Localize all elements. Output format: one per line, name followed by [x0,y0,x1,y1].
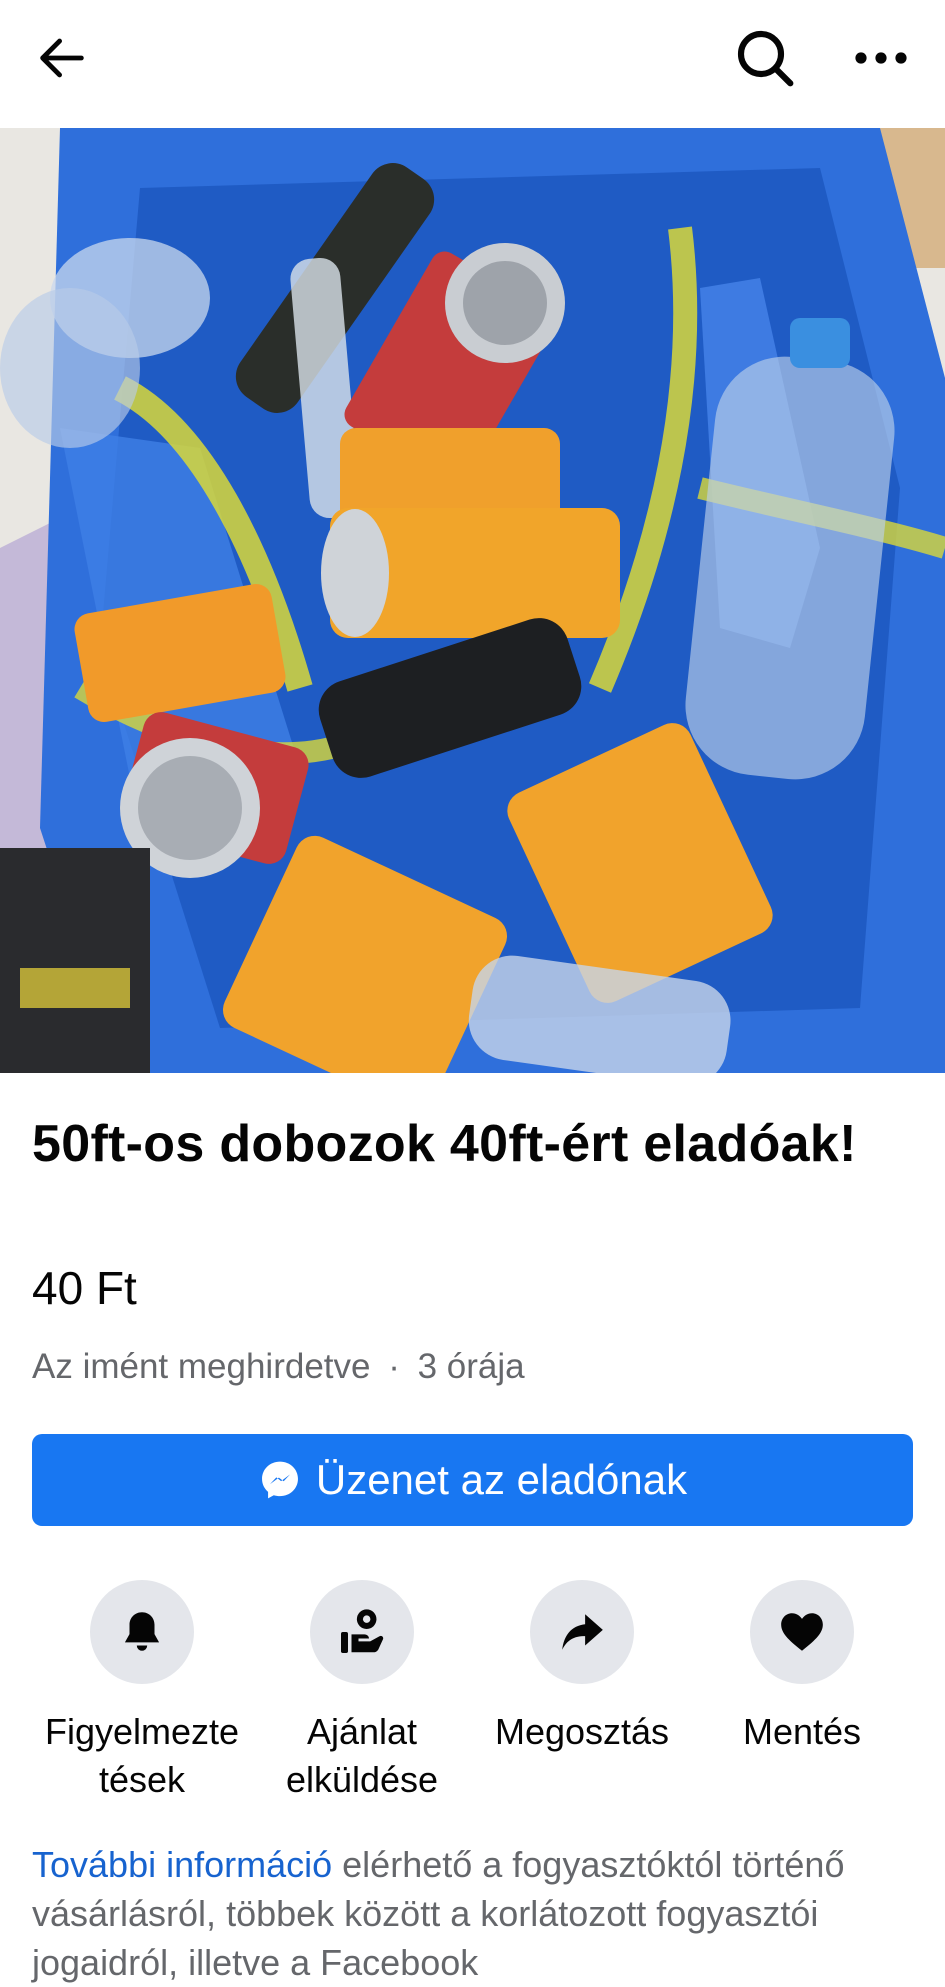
notifications-circle [90,1580,194,1684]
messenger-icon [261,1461,298,1499]
action-row: Figyelmezte tések Ajánlat elküldése Mego… [0,1580,945,1810]
save-button[interactable]: Mentés [687,1580,917,1810]
offer-hand-icon [341,1609,384,1653]
consumer-info-text: További információ elérhető a fogyasztók… [32,1840,922,1987]
save-circle [750,1580,854,1684]
share-button[interactable]: Megosztás [467,1580,697,1810]
heart-icon [781,1613,823,1651]
top-bar [0,0,945,128]
more-horizontal-icon [855,52,907,64]
meta-separator: · [388,1347,400,1386]
notifications-button[interactable]: Figyelmezte tések [27,1580,257,1810]
listing-photo-illustration [0,128,945,1073]
send-offer-circle [310,1580,414,1684]
more-options-button[interactable] [845,22,917,94]
posted-age: 3 órája [417,1347,525,1386]
notifications-label: Figyelmezte tések [44,1711,240,1800]
search-button[interactable] [729,22,801,94]
arrow-left-icon [40,38,84,78]
listing-title: 50ft-os dobozok 40ft-ért eladóak! [32,1115,857,1173]
share-icon [562,1614,603,1650]
message-seller-button[interactable]: Üzenet az eladónak [32,1434,913,1526]
bell-icon [124,1612,160,1651]
message-seller-label: Üzenet az eladónak [315,1456,688,1503]
listing-photo[interactable] [0,128,945,1073]
posted-label: Az imént meghirdetve [32,1347,371,1386]
send-offer-label: Ajánlat elküldése [285,1711,439,1800]
more-info-link[interactable]: További információ [32,1844,332,1885]
listing-meta: Az imént meghirdetve · 3 órája [32,1342,525,1392]
share-circle [530,1580,634,1684]
search-icon [737,30,794,87]
listing-price: 40 Ft [32,1262,137,1314]
share-label: Megosztás [494,1711,670,1752]
back-button[interactable] [26,22,98,94]
save-label: Mentés [742,1711,862,1752]
send-offer-button[interactable]: Ajánlat elküldése [247,1580,477,1810]
